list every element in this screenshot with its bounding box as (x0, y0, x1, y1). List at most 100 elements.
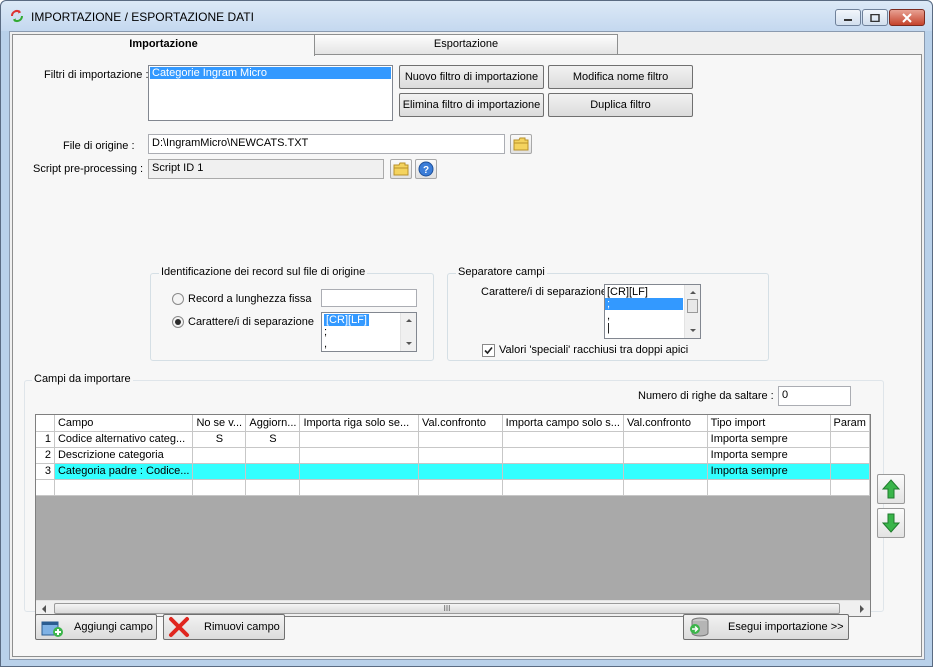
scroll-thumb[interactable]: III (54, 603, 840, 614)
column-header[interactable]: Importa campo solo s... (502, 415, 624, 432)
close-button[interactable] (889, 9, 925, 26)
table-cell[interactable] (299, 447, 419, 464)
separator-radio[interactable] (172, 316, 184, 328)
table-cell[interactable] (623, 431, 708, 448)
table-cell[interactable] (418, 447, 503, 464)
client-area: Importazione Esportazione Filtri di impo… (9, 31, 925, 660)
svg-text:?: ? (423, 165, 429, 176)
record-ident-group: Identificazione dei record sul file di o… (150, 266, 434, 361)
filters-list[interactable]: Categorie Ingram Micro (148, 65, 393, 121)
field-sep-scrollbar[interactable] (684, 285, 700, 338)
table-cell[interactable] (830, 431, 870, 448)
column-header[interactable]: Importa riga solo se... (299, 415, 419, 432)
table-cell[interactable] (418, 431, 503, 448)
fixed-length-input[interactable] (321, 289, 417, 307)
table-cell[interactable] (418, 463, 503, 480)
table-row-selected[interactable]: 3 Categoria padre : Codice... Importa se… (36, 463, 870, 480)
add-field-button[interactable]: Aggiungi campo (35, 614, 157, 640)
table-row[interactable]: 2 Descrizione categoria Importa sempre (36, 447, 870, 464)
record-sep-scrollbar[interactable] (400, 313, 416, 351)
table-cell[interactable]: Importa sempre (707, 447, 831, 464)
table-row-new[interactable] (36, 479, 870, 496)
column-header[interactable]: Tipo import (707, 415, 831, 432)
record-separator-list[interactable]: [CR][LF] ; , (321, 312, 417, 352)
move-down-button[interactable] (877, 508, 905, 538)
script-help-button[interactable]: ? (415, 159, 437, 179)
fields-table: Campo No se v... Aggiorn... Importa riga… (36, 415, 870, 496)
table-cell[interactable] (192, 447, 247, 464)
record-sep-option[interactable]: [CR][LF] (324, 314, 369, 326)
column-header[interactable]: Aggiorn... (245, 415, 301, 432)
window-title: IMPORTAZIONE / ESPORTAZIONE DATI (31, 10, 254, 24)
tab-importazione[interactable]: Importazione (12, 34, 315, 56)
table-cell[interactable] (245, 447, 301, 464)
scroll-down-icon (406, 342, 412, 345)
filter-item[interactable]: Categorie Ingram Micro (150, 67, 391, 79)
quotes-checkbox[interactable] (482, 344, 495, 357)
minimize-button[interactable] (835, 9, 861, 26)
row-number: 1 (36, 431, 55, 448)
scroll-up-icon (406, 319, 412, 322)
new-filter-button[interactable]: Nuovo filtro di importazione (399, 65, 544, 89)
add-field-icon (41, 621, 63, 637)
table-row[interactable]: 1 Codice alternativo categ... S S Import… (36, 431, 870, 448)
duplicate-filter-button[interactable]: Duplica filtro (548, 93, 693, 117)
column-header[interactable]: Campo (54, 415, 194, 432)
browse-file-button[interactable] (510, 134, 532, 154)
minimize-icon (844, 18, 852, 21)
check-icon (484, 346, 493, 355)
tab-esportazione[interactable]: Esportazione (314, 34, 618, 54)
close-icon (902, 12, 912, 23)
table-cell[interactable] (299, 431, 419, 448)
table-cell[interactable]: Descrizione categoria (54, 447, 194, 464)
rename-filter-button[interactable]: Modifica nome filtro (548, 65, 693, 89)
remove-field-button[interactable]: Rimuovi campo (163, 614, 285, 640)
table-cell[interactable] (502, 431, 624, 448)
arrow-up-icon (881, 479, 901, 499)
add-field-label: Aggiungi campo (74, 621, 153, 633)
table-cell[interactable]: Importa sempre (707, 431, 831, 448)
skip-rows-input[interactable]: 0 (778, 386, 851, 406)
table-cell[interactable] (502, 447, 624, 464)
source-file-label: File di origine : (63, 140, 135, 152)
source-file-input[interactable]: D:\IngramMicro\NEWCATS.TXT (148, 134, 505, 154)
script-label: Script pre-processing : (33, 163, 144, 175)
remove-icon (169, 617, 189, 637)
table-cell[interactable] (623, 463, 708, 480)
fields-title: Campi da importare (32, 373, 133, 385)
fields-grid[interactable]: Campo No se v... Aggiorn... Importa riga… (35, 414, 871, 617)
title-bar[interactable]: IMPORTAZIONE / ESPORTAZIONE DATI (1, 1, 932, 31)
column-header[interactable]: Param (830, 415, 870, 432)
delete-filter-button[interactable]: Elimina filtro di importazione (399, 93, 544, 117)
filters-label: Filtri di importazione : (44, 69, 149, 81)
column-header[interactable]: Val.confronto (623, 415, 708, 432)
table-cell[interactable] (299, 463, 419, 480)
table-cell[interactable] (502, 463, 624, 480)
run-import-button[interactable]: Esegui importazione >> (683, 614, 849, 640)
field-sep-option-selected[interactable]: ; (605, 298, 683, 310)
folder-icon (513, 137, 529, 151)
table-cell[interactable]: Importa sempre (707, 463, 831, 480)
scroll-thumb[interactable] (687, 299, 698, 313)
table-cell[interactable] (830, 463, 870, 480)
move-up-button[interactable] (877, 474, 905, 504)
separator-label: Carattere/i di separazione (188, 316, 314, 328)
table-cell[interactable] (245, 463, 301, 480)
table-cell[interactable]: Codice alternativo categ... (54, 431, 194, 448)
maximize-button[interactable] (862, 9, 888, 26)
table-cell[interactable]: S (192, 431, 247, 448)
browse-script-button[interactable] (390, 159, 412, 179)
table-cell[interactable] (623, 447, 708, 464)
table-cell[interactable] (192, 463, 247, 480)
script-input: Script ID 1 (148, 159, 384, 179)
maximize-icon (870, 13, 880, 22)
table-cell[interactable]: S (245, 431, 301, 448)
fixed-length-radio[interactable] (172, 293, 184, 305)
folder-icon (393, 162, 409, 176)
fixed-length-label: Record a lunghezza fissa (188, 293, 312, 305)
field-separator-list[interactable]: [CR][LF] ; , | (604, 284, 701, 339)
column-header[interactable]: No se v... (192, 415, 247, 432)
table-cell[interactable] (830, 447, 870, 464)
column-header[interactable]: Val.confronto (418, 415, 503, 432)
table-cell[interactable]: Categoria padre : Codice... (54, 463, 194, 480)
